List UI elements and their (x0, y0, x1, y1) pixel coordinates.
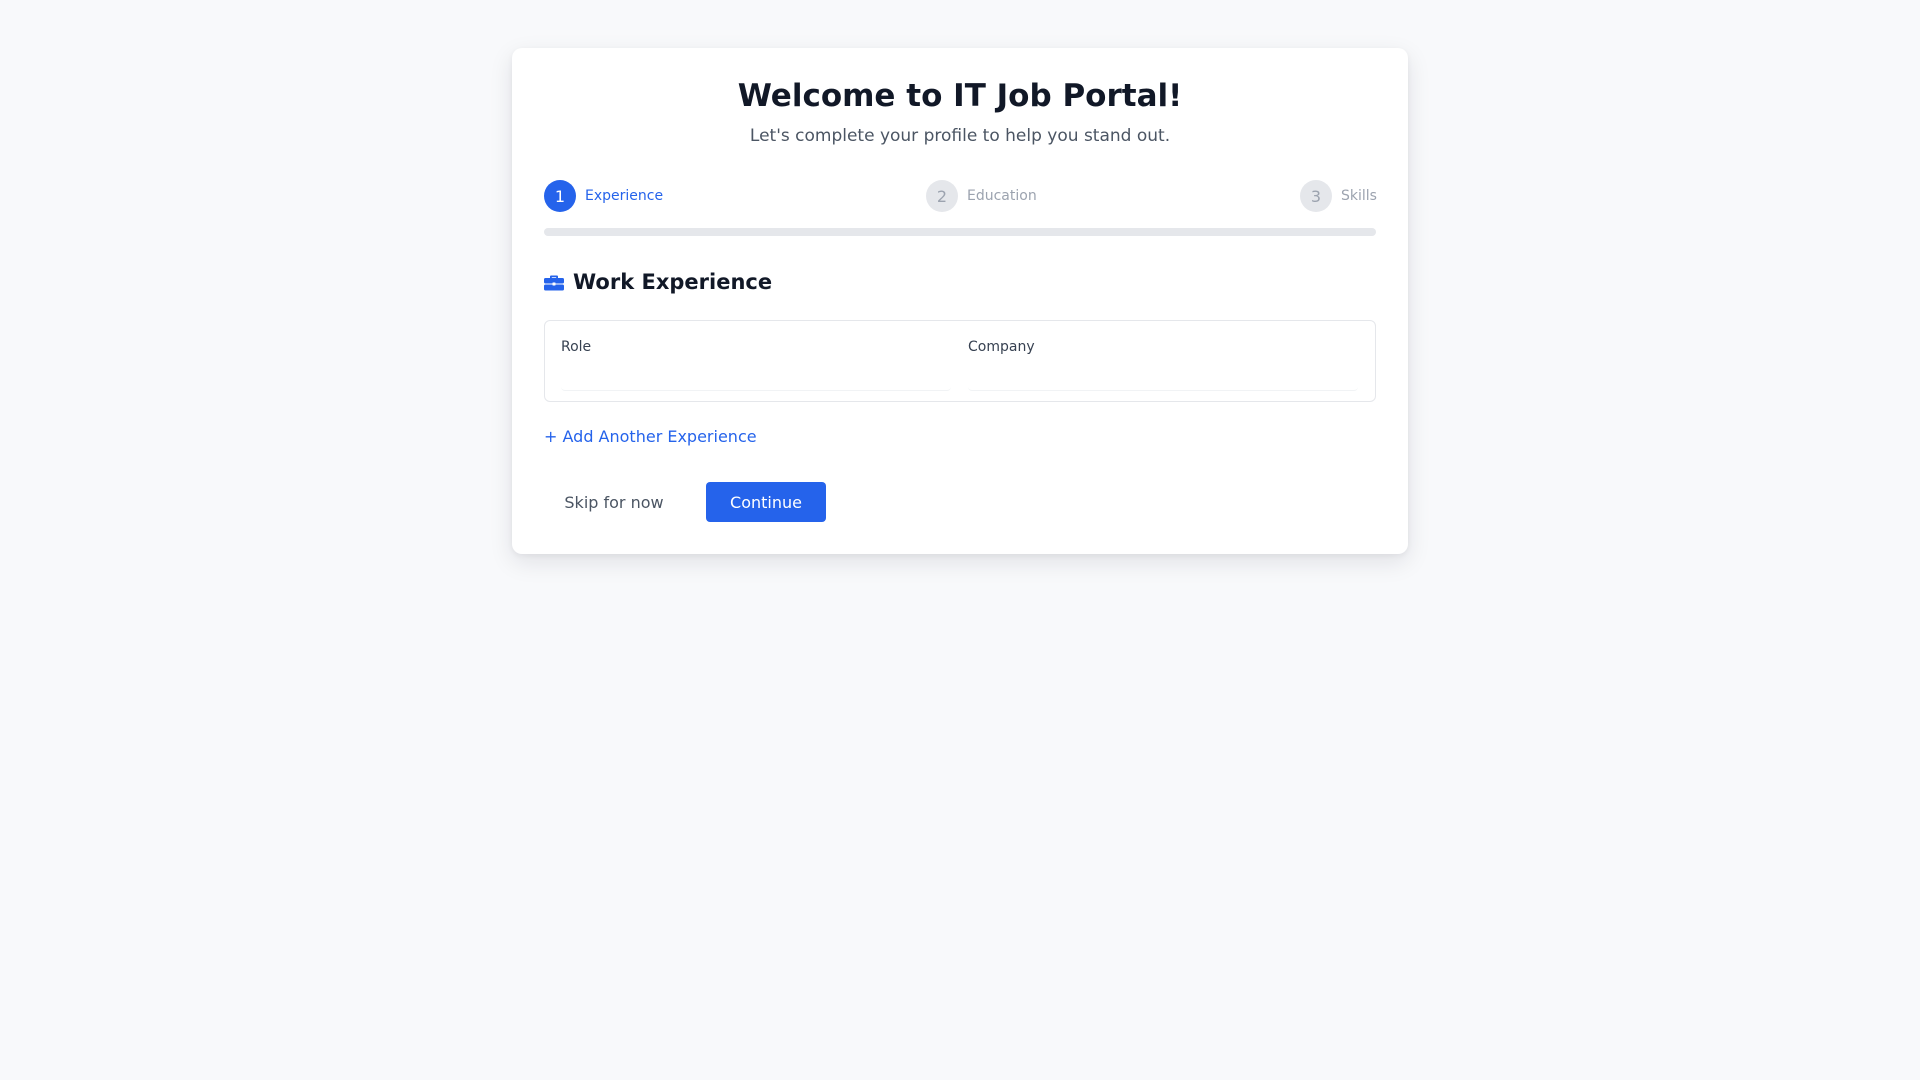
step-number-badge: 3 (1300, 180, 1332, 212)
step-label: Experience (585, 188, 664, 204)
step-label: Skills (1341, 188, 1377, 204)
step-label: Education (967, 188, 1037, 204)
role-label: Role (561, 339, 592, 355)
step-skills[interactable]: 3 Skills (1300, 180, 1377, 212)
skip-button[interactable]: Skip for now (544, 482, 684, 522)
company-field: Company (968, 337, 1358, 391)
page-subtitle: Let's complete your profile to help you … (749, 126, 1171, 146)
add-another-experience-link[interactable]: + Add Another Experience (544, 426, 757, 448)
continue-button[interactable]: Continue (706, 482, 826, 522)
step-number-badge: 1 (544, 180, 576, 212)
briefcase-icon (544, 272, 564, 292)
company-input[interactable] (968, 365, 1358, 391)
page-title: Welcome to IT Job Portal! (737, 78, 1183, 114)
experience-entry: Role Company (544, 320, 1376, 402)
section-title: Work Experience (573, 270, 773, 294)
section-header: Work Experience (544, 268, 772, 296)
progress-bar (544, 228, 1376, 236)
step-experience[interactable]: 1 Experience (544, 180, 663, 212)
role-field: Role (561, 337, 951, 391)
company-label: Company (968, 339, 1035, 355)
step-number-badge: 2 (926, 180, 958, 212)
role-input[interactable] (561, 365, 951, 391)
step-education[interactable]: 2 Education (926, 180, 1037, 212)
onboarding-card: Welcome to IT Job Portal! Let's complete… (512, 48, 1408, 554)
